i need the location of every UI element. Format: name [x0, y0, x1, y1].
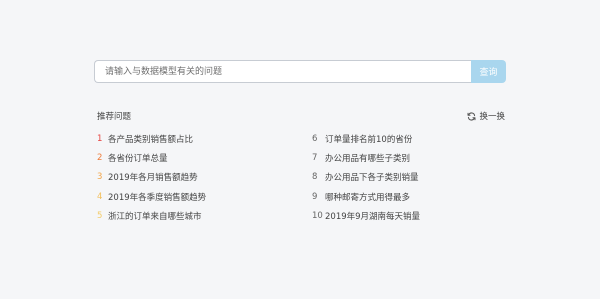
suggestion-item-5[interactable]: 5 浙江的订单来自哪些城市 — [97, 206, 206, 225]
suggestion-text: 办公用品下各子类别销量 — [325, 173, 419, 184]
suggestion-rank: 7 — [312, 152, 318, 163]
suggestion-list: 1 各产品类别销售额占比 2 各省份订单总量 3 2019年各月销售额趋势 4 … — [97, 129, 505, 224]
suggestion-text: 办公用品有哪些子类别 — [325, 153, 411, 164]
refresh-icon — [467, 112, 476, 120]
suggestion-rank: 9 — [312, 191, 318, 202]
suggestion-text: 哪种邮寄方式用得最多 — [325, 192, 411, 203]
suggestion-rank: 1 — [97, 133, 103, 144]
suggestions-title: 推荐问题 — [97, 112, 132, 122]
page: 查询 推荐问题 换一换 1 各产品类别销售额占比 2 各省份订单总量 3 — [0, 0, 600, 299]
suggestion-text: 2019年9月湖南每天销量 — [325, 211, 421, 222]
suggestion-column-right: 6 订单量排名前10的省份 7 办公用品有哪些子类别 8 办公用品下各子类别销量… — [312, 129, 420, 225]
suggestion-rank: 5 — [97, 210, 103, 221]
suggestion-rank: 6 — [312, 133, 318, 144]
search-bar: 查询 — [94, 60, 506, 83]
refresh-label: 换一换 — [479, 112, 505, 122]
search-input[interactable] — [94, 60, 471, 83]
suggestion-item-3[interactable]: 3 2019年各月销售额趋势 — [97, 168, 206, 187]
suggestion-text: 订单量排名前10的省份 — [325, 134, 413, 145]
suggestion-item-8[interactable]: 8 办公用品下各子类别销量 — [312, 168, 420, 187]
suggestion-text: 各产品类别销售额占比 — [108, 134, 194, 145]
suggestion-rank: 3 — [97, 172, 103, 183]
suggestion-text: 浙江的订单来自哪些城市 — [108, 211, 202, 222]
suggestion-item-4[interactable]: 4 2019年各季度销售额趋势 — [97, 187, 206, 206]
refresh-button[interactable]: 换一换 — [467, 110, 505, 122]
suggestion-item-7[interactable]: 7 办公用品有哪些子类别 — [312, 148, 420, 167]
suggestion-column-left: 1 各产品类别销售额占比 2 各省份订单总量 3 2019年各月销售额趋势 4 … — [97, 129, 206, 225]
suggestion-rank: 10 — [312, 210, 323, 221]
suggestion-text: 各省份订单总量 — [108, 153, 168, 164]
suggestion-rank: 8 — [312, 172, 318, 183]
search-button[interactable]: 查询 — [471, 60, 506, 83]
suggestion-item-2[interactable]: 2 各省份订单总量 — [97, 148, 206, 167]
suggestion-item-10[interactable]: 10 2019年9月湖南每天销量 — [312, 206, 420, 225]
suggestion-rank: 4 — [97, 191, 103, 202]
suggestion-item-9[interactable]: 9 哪种邮寄方式用得最多 — [312, 187, 420, 206]
suggestion-item-6[interactable]: 6 订单量排名前10的省份 — [312, 129, 420, 148]
suggestions-header: 推荐问题 换一换 — [97, 110, 505, 124]
suggestion-item-1[interactable]: 1 各产品类别销售额占比 — [97, 129, 206, 148]
suggestion-text: 2019年各月销售额趋势 — [108, 173, 198, 184]
suggestion-text: 2019年各季度销售额趋势 — [108, 192, 207, 203]
suggestion-rank: 2 — [97, 152, 103, 163]
